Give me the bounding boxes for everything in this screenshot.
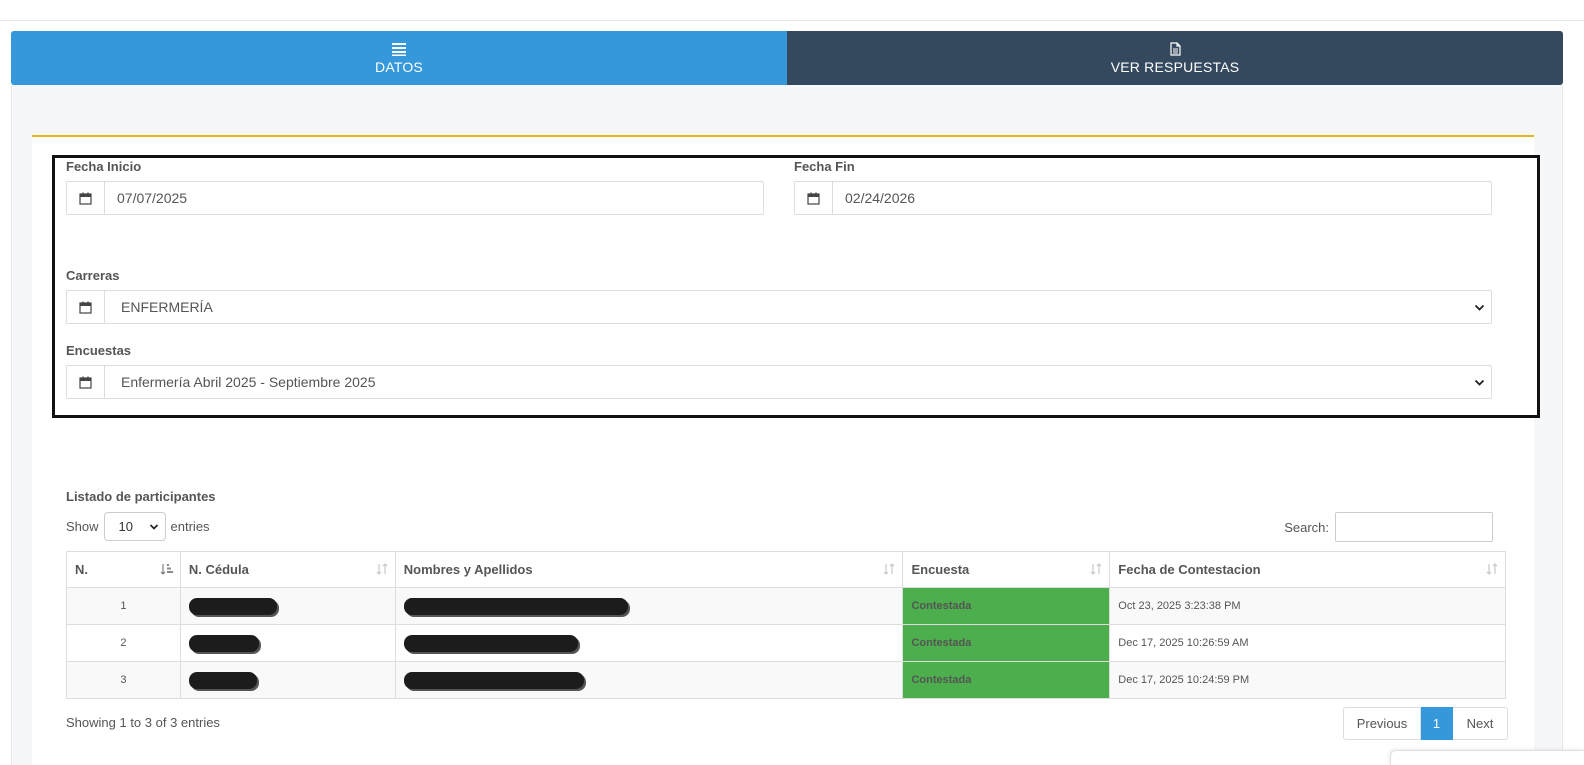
column-header-fecha[interactable]: Fecha de Contestacion [1109,551,1506,588]
fecha-inicio-label: Fecha Inicio [66,159,142,174]
fecha-cell: Dec 17, 2025 10:26:59 AM [1109,624,1506,662]
row-number: 2 [66,624,181,662]
tab-datos[interactable]: DATOS [11,31,787,85]
column-header-nombres[interactable]: Nombres y Apellidos [394,551,904,588]
fecha-cell: Dec 17, 2025 10:24:59 PM [1109,661,1506,699]
sort-icon [376,563,388,575]
list-icon [392,42,406,56]
file-icon [1170,41,1181,56]
column-header-n-label: N. [75,562,88,577]
fecha-inicio-field[interactable]: 07/07/2025 [66,181,764,215]
table-info: Showing 1 to 3 of 3 entries [66,715,220,730]
sort-icon [1090,563,1102,575]
row-number: 1 [66,587,181,625]
nombres-cell [394,624,904,662]
column-header-cedula[interactable]: N. Cédula [179,551,396,588]
entries-length-control: Show 10 entries [66,512,210,541]
column-header-cedula-label: N. Cédula [188,562,249,577]
redacted-nombres [403,597,628,615]
sort-asc-icon [160,564,173,575]
participants-title: Listado de participantes [66,489,216,504]
table-header-row: N. N. Cédula Nombres y Apellidos Encuest… [66,551,1506,588]
calendar-icon[interactable] [795,182,833,214]
fecha-cell: Oct 23, 2025 3:23:38 PM [1109,587,1506,625]
cedula-cell [179,624,396,662]
search-input[interactable] [1335,512,1493,542]
redacted-cedula [188,671,257,689]
calendar-icon [67,291,105,323]
status-badge: Contestada [902,624,1111,662]
pagination: Previous 1 Next [1343,707,1508,740]
carreras-label: Carreras [66,268,120,283]
carreras-selected: ENFERMERÍA [121,299,213,315]
floating-widget-edge [1390,750,1584,765]
next-button[interactable]: Next [1453,707,1508,740]
table-row[interactable]: 2 Contestada Dec 17, 2025 10:26:59 AM [66,624,1506,662]
redacted-cedula [188,597,277,615]
fecha-fin-input[interactable]: 02/24/2026 [833,182,1491,214]
fecha-fin-label: Fecha Fin [794,159,855,174]
participants-table: N. N. Cédula Nombres y Apellidos Encuest… [66,551,1506,699]
encuestas-select[interactable]: Enfermería Abril 2025 - Septiembre 2025 [66,365,1492,399]
redacted-cedula [188,634,259,652]
redacted-nombres [403,671,584,689]
table-row[interactable]: 1 Contestada Oct 23, 2025 3:23:38 PM [66,587,1506,625]
page-1-button[interactable]: 1 [1421,707,1453,740]
tab-ver-respuestas-label: VER RESPUESTAS [1110,58,1240,75]
column-header-fecha-label: Fecha de Contestacion [1118,562,1261,577]
tab-bar: DATOS VER RESPUESTAS [11,31,1563,85]
chevron-down-icon[interactable] [1467,366,1491,398]
column-header-encuesta-label: Encuesta [911,562,970,577]
entries-select[interactable]: 10 [103,512,166,541]
search-label: Search: [1284,519,1329,535]
column-header-encuesta[interactable]: Encuesta [902,551,1111,588]
status-badge: Contestada [902,587,1111,625]
chevron-down-icon [149,523,158,530]
fecha-inicio-input[interactable]: 07/07/2025 [105,182,763,214]
tab-ver-respuestas[interactable]: VER RESPUESTAS [787,31,1563,85]
sort-icon [1486,563,1498,575]
row-number: 3 [66,661,181,699]
entries-label: entries [170,519,210,534]
redacted-nombres [403,634,578,652]
filters-box: Fecha Inicio 07/07/2025 Fecha Fin 02/24/… [52,155,1540,418]
tab-datos-label: DATOS [375,58,423,75]
calendar-icon[interactable] [67,182,105,214]
carreras-select[interactable]: ENFERMERÍA [66,290,1492,324]
nombres-cell [394,587,904,625]
nombres-cell [394,661,904,699]
column-header-nombres-label: Nombres y Apellidos [403,562,533,577]
encuestas-selected: Enfermería Abril 2025 - Septiembre 2025 [121,374,376,390]
chevron-down-icon[interactable] [1467,291,1491,323]
table-search: Search: [1284,512,1493,542]
table-row[interactable]: 3 Contestada Dec 17, 2025 10:24:59 PM [66,661,1506,699]
sort-icon [883,563,895,575]
fecha-fin-field[interactable]: 02/24/2026 [794,181,1492,215]
show-label: Show [66,519,99,534]
cedula-cell [179,661,396,699]
encuestas-label: Encuestas [66,343,132,358]
top-divider [0,20,1584,21]
entries-value: 10 [118,519,133,534]
status-badge: Contestada [902,661,1111,699]
cedula-cell [179,587,396,625]
column-header-n[interactable]: N. [66,551,181,588]
calendar-icon [67,366,105,398]
previous-button[interactable]: Previous [1343,707,1421,740]
